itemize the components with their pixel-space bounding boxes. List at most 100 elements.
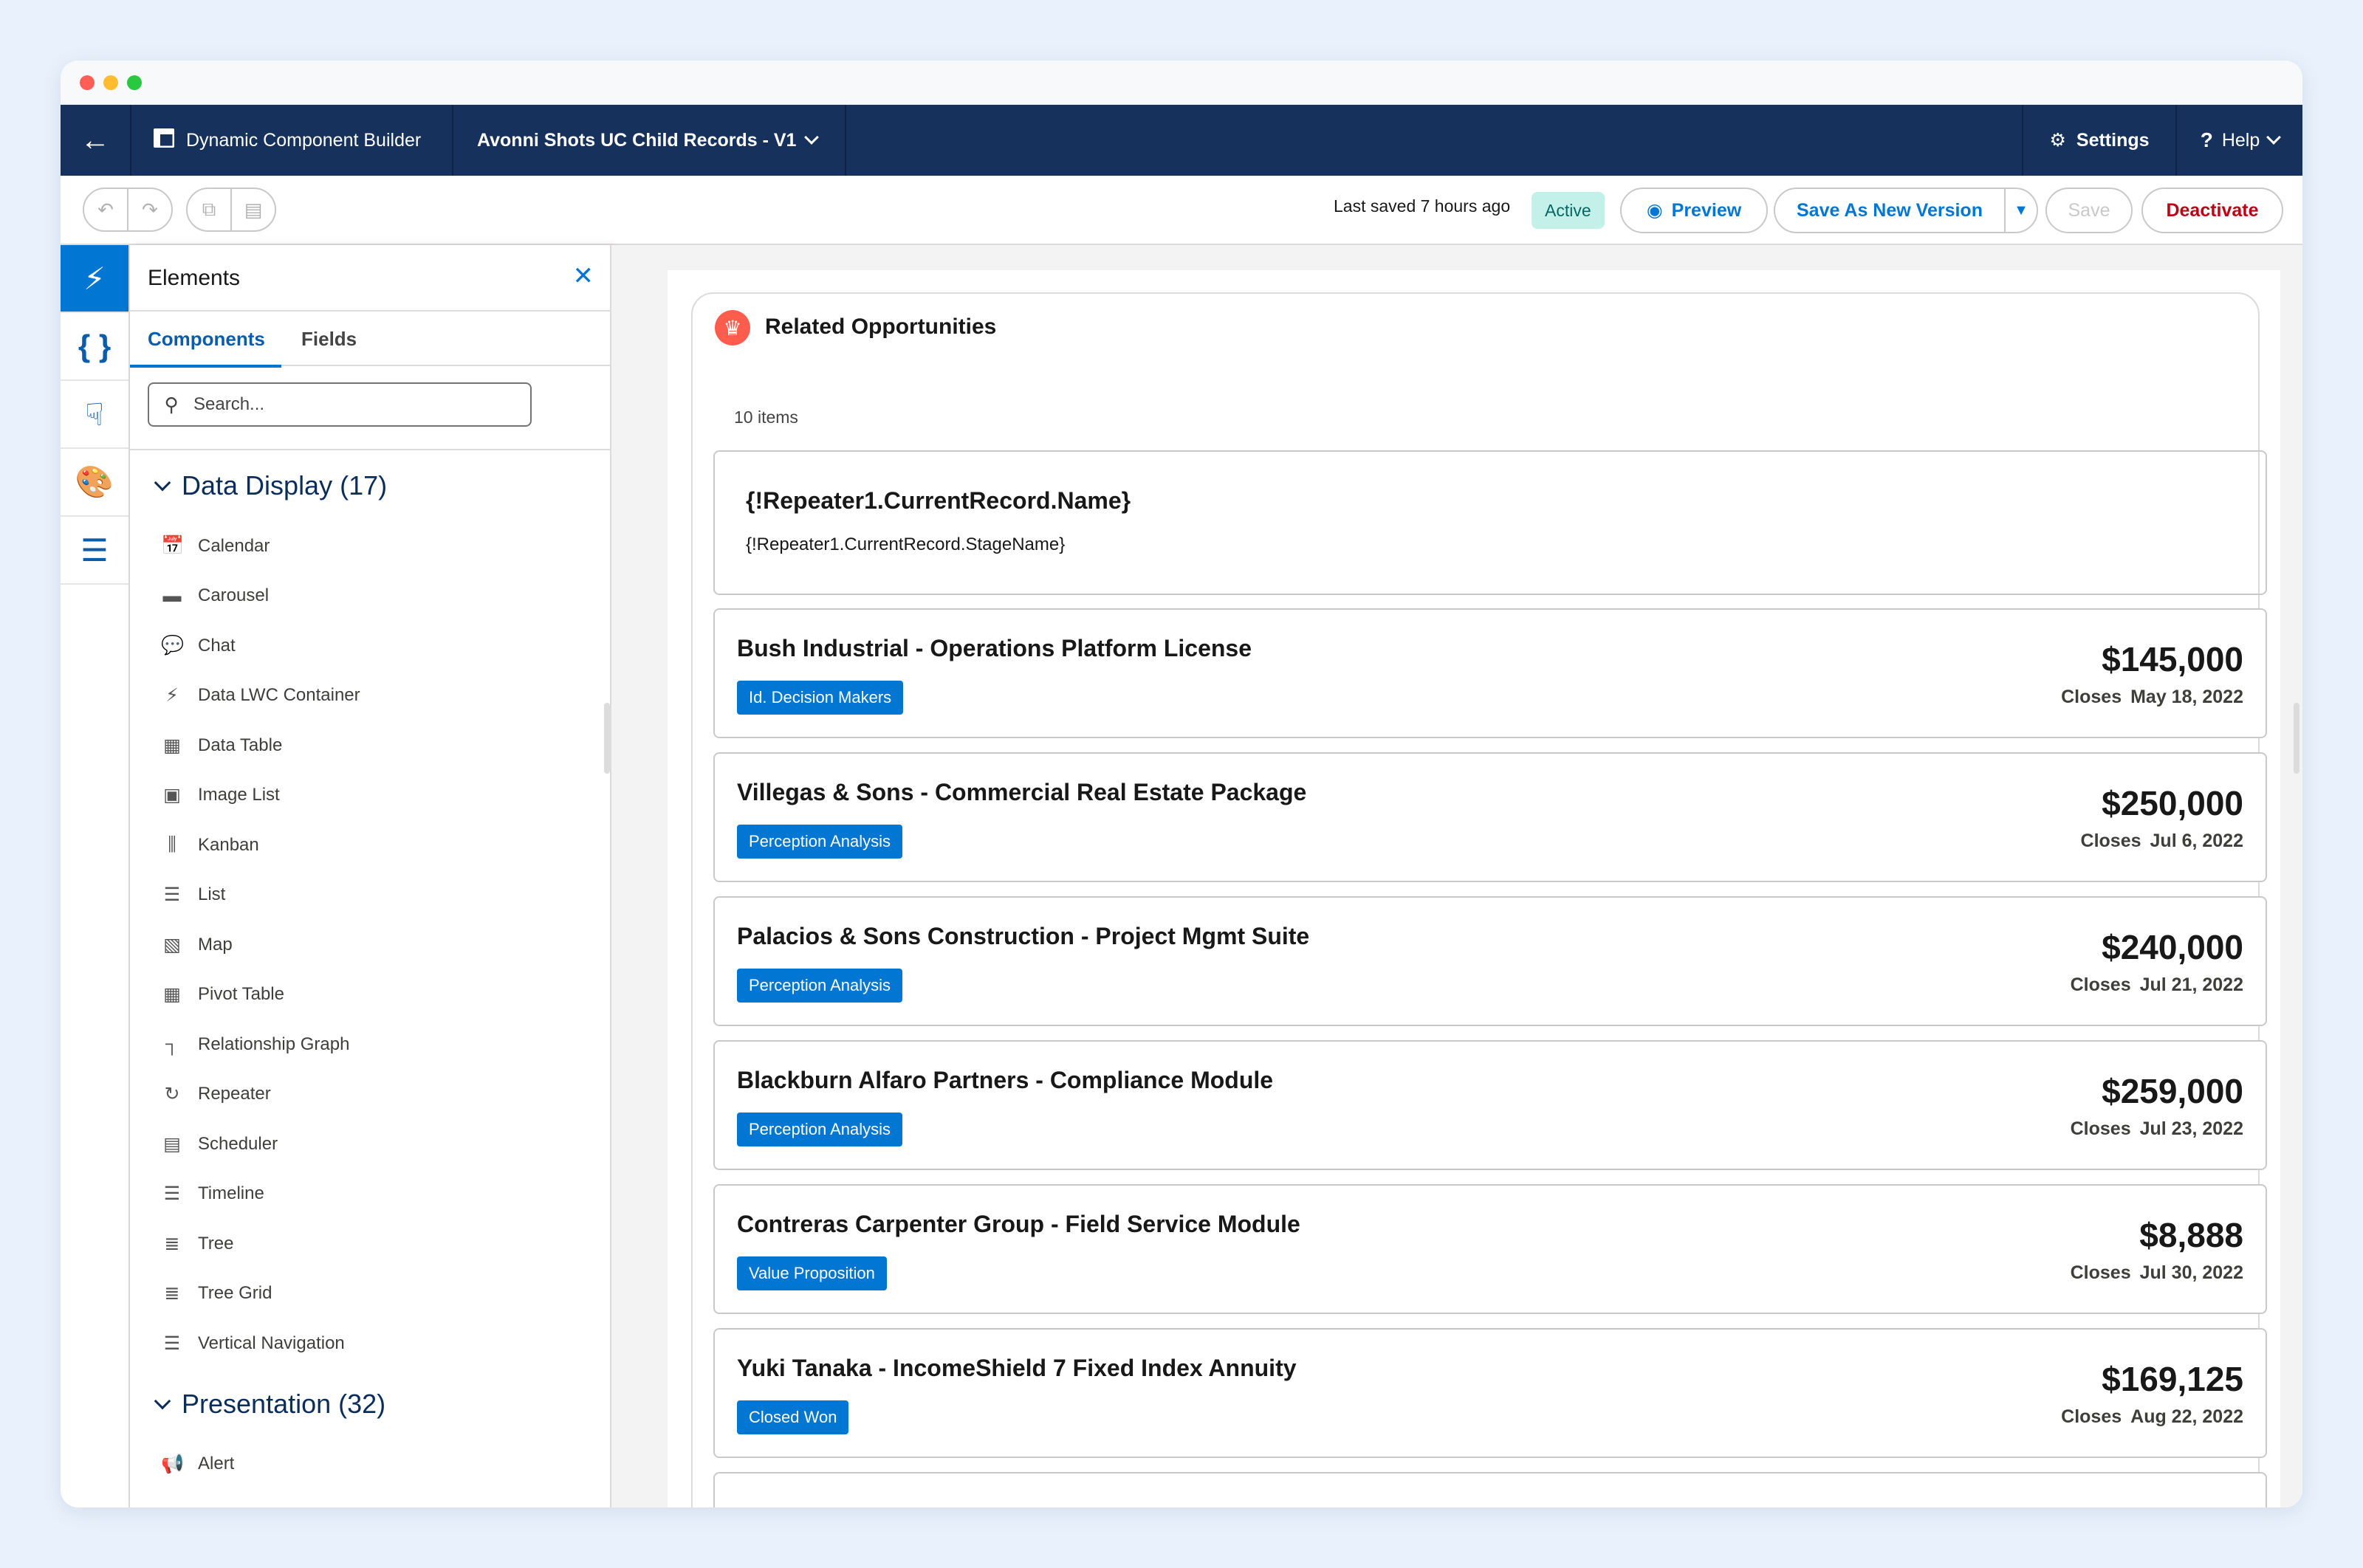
component-item[interactable]: ▦ Pivot Table [130, 970, 610, 1020]
undo-icon: ↶ [97, 198, 114, 221]
component-item[interactable]: ▣ Image List [130, 771, 610, 821]
crown-icon: ♛ [715, 310, 750, 345]
component-item[interactable]: ▬ Carousel [130, 571, 610, 622]
opportunity-row[interactable]: Blackburn Alfaro Partners - Compliance M… [713, 1040, 2267, 1170]
opportunity-row[interactable]: Contreras Carpenter Group - Field Servic… [713, 1184, 2267, 1314]
component-item[interactable]: ☰ Timeline [130, 1169, 610, 1220]
record-title: Avonni Shots UC Child Records - V1 [477, 129, 797, 151]
undo-redo-group: ↶ ↷ [83, 188, 173, 232]
component-item[interactable]: ⫼ Kanban [130, 820, 610, 870]
rail-outline[interactable]: ☰ [61, 517, 128, 585]
component-item-label: Relationship Graph [198, 1034, 350, 1054]
component-item[interactable]: 📅 Calendar [130, 521, 610, 571]
rail-variables[interactable]: { } [61, 313, 128, 381]
tree-icon: ≣ [164, 1283, 180, 1304]
group-data-display[interactable]: Data Display (17) [130, 450, 610, 521]
help-button[interactable]: ? Help [2177, 105, 2302, 176]
nav-spacer [846, 105, 2023, 176]
close-date: Closes Jul 6, 2022 [2081, 831, 2243, 852]
tab-fields[interactable]: Fields [301, 328, 357, 351]
rail-elements[interactable]: ⚡ [61, 245, 128, 313]
component-item[interactable]: ☰ List [130, 870, 610, 921]
group-label: Data Display (17) [182, 470, 388, 501]
component-item[interactable]: ⚡ Data LWC Container [130, 671, 610, 721]
close-date: Closes Aug 22, 2022 [2061, 1406, 2243, 1428]
arrow-left-icon: ← [80, 123, 110, 157]
caret-down-icon: ▼ [2014, 202, 2028, 219]
close-prefix: Closes [2070, 1118, 2131, 1139]
component-item-label: Pivot Table [198, 984, 284, 1005]
component-item-label: Vertical Navigation [198, 1333, 345, 1353]
component-item-label: Image List [198, 785, 280, 805]
close-date-value: Jul 23, 2022 [2139, 1118, 2243, 1139]
copy-button[interactable]: ⧉ [186, 188, 232, 232]
help-label: Help [2221, 129, 2260, 151]
component-item[interactable]: ≣ Tree Grid [130, 1269, 610, 1319]
top-nav-bar: ← Dynamic Component Builder Avonni Shots… [61, 105, 2302, 176]
preview-label: Preview [1671, 199, 1742, 221]
kanban-icon: ⫼ [168, 834, 176, 856]
component-item[interactable]: ≣ Tree [130, 1219, 610, 1269]
canvas-resize-handle[interactable] [2294, 703, 2299, 774]
stage-badge: Closed Won [737, 1400, 849, 1434]
maximize-window-button[interactable] [127, 75, 142, 90]
redo-button[interactable]: ↷ [127, 188, 173, 232]
component-item[interactable]: ▦ Data Table [130, 721, 610, 771]
tree-icon: ☰ [80, 532, 109, 568]
opportunity-row[interactable]: Villegas & Sons - Commercial Real Estate… [713, 752, 2267, 882]
close-prefix: Closes [2070, 974, 2131, 995]
settings-button[interactable]: ⚙ Settings [2023, 105, 2177, 176]
close-window-button[interactable] [80, 75, 95, 90]
opportunity-row[interactable]: Bush Industrial - Operations Platform Li… [713, 608, 2267, 738]
search-area: ⚲ [130, 366, 610, 450]
component-item[interactable]: ▧ Map [130, 920, 610, 970]
braces-icon: { } [78, 329, 112, 363]
panel-resize-handle[interactable] [604, 703, 610, 774]
minimize-window-button[interactable] [103, 75, 118, 90]
component-item[interactable]: ▤ Scheduler [130, 1119, 610, 1169]
save-button[interactable]: Save [2045, 188, 2133, 233]
record-switcher[interactable]: Avonni Shots UC Child Records - V1 [453, 105, 846, 176]
image-icon: ▣ [163, 785, 181, 806]
search-input[interactable] [193, 394, 518, 415]
undo-button[interactable]: ↶ [83, 188, 128, 232]
component-item-label: Calendar [198, 535, 270, 556]
data-display-list: 📅 Calendar ▬ Carousel 💬 Chat ⚡ Data LWC Contain… [130, 521, 610, 1369]
component-item[interactable]: ☰ Vertical Navigation [130, 1318, 610, 1369]
component-item-label: Repeater [198, 1084, 271, 1104]
component-item-label: Scheduler [198, 1133, 278, 1154]
component-item[interactable]: 📢 Alert [130, 1440, 610, 1490]
deactivate-button[interactable]: Deactivate [2141, 188, 2283, 233]
opportunity-row[interactable]: Palacios & Sons Construction - Project M… [713, 896, 2267, 1026]
refresh-icon: ↻ [164, 1084, 180, 1105]
save-as-new-version-button[interactable]: Save As New Version [1774, 188, 2006, 233]
opportunity-row[interactable]: Yuki Tanaka - IncomeShield 7 Fixed Index… [713, 1328, 2267, 1458]
panel-tabs: Components Fields [130, 312, 610, 368]
component-item-label: Chat [198, 635, 236, 656]
repeater-template[interactable]: {!Repeater1.CurrentRecord.Name} {!Repeat… [713, 450, 2267, 595]
tab-components[interactable]: Components [130, 328, 281, 368]
question-icon: ? [2200, 128, 2213, 151]
close-icon[interactable]: ✕ [573, 261, 594, 291]
group-presentation[interactable]: Presentation (32) [130, 1369, 610, 1440]
rail-interactions[interactable]: ☟ [61, 381, 128, 449]
rail-styling[interactable]: 🎨 [61, 449, 128, 517]
panel-header: Elements ✕ [130, 245, 610, 312]
opportunity-row[interactable] [713, 1472, 2267, 1507]
calendar-icon: 📅 [161, 535, 185, 557]
component-item[interactable]: 💬 Chat [130, 621, 610, 671]
close-prefix: Closes [2061, 687, 2122, 707]
component-item[interactable]: ↻ Repeater [130, 1070, 610, 1120]
component-item-label: Alert [198, 1454, 235, 1474]
close-date: Closes Jul 21, 2022 [2071, 974, 2243, 996]
component-item[interactable]: ┐ Relationship Graph [130, 1019, 610, 1070]
preview-button[interactable]: ◉ Preview [1620, 188, 1768, 233]
save-options-dropdown[interactable]: ▼ [2004, 188, 2038, 233]
back-button[interactable]: ← [61, 105, 131, 176]
search-field: ⚲ [148, 382, 532, 427]
app-name-label: Dynamic Component Builder [186, 129, 422, 151]
related-opportunities-card[interactable]: ♛ Related Opportunities 10 items {!Repea… [691, 292, 2267, 1507]
hierarchy-icon: ┐ [165, 1034, 179, 1055]
paste-button[interactable]: ▤ [230, 188, 276, 232]
opportunity-name: Blackburn Alfaro Partners - Compliance M… [737, 1067, 1274, 1093]
